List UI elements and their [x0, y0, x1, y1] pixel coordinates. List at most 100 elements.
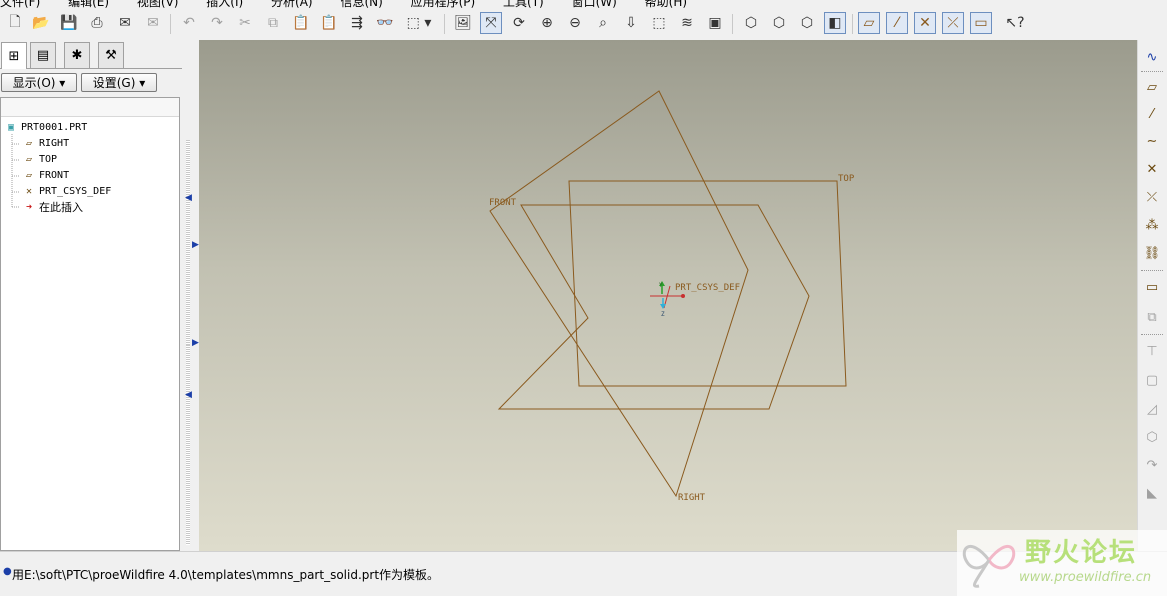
layers-icon[interactable]: ≋	[676, 12, 698, 34]
paste-icon[interactable]: 📋	[290, 12, 312, 34]
annotation-display-icon[interactable]: ▭	[970, 12, 992, 34]
hidden-line-icon[interactable]: ⬡	[768, 12, 790, 34]
connections-tab[interactable]: ⚒	[98, 42, 124, 68]
tree-item-label: FRONT	[39, 170, 70, 181]
datum-axes-icon[interactable]: ⁄	[886, 12, 908, 34]
tree-insert-here[interactable]: ➜ 在此插入	[22, 201, 83, 215]
menu-analysis[interactable]: 分析(A)	[271, 0, 313, 8]
whats-this-icon[interactable]: ↖?	[1004, 12, 1026, 34]
csys-icon[interactable]: ⤫	[942, 12, 964, 34]
copy-icon[interactable]: ⧉	[262, 12, 284, 34]
insert-here-label: 在此插入	[39, 201, 83, 214]
menu-help[interactable]: 帮助(H)	[645, 0, 687, 8]
navigator-panel: ⊞ ▤ ✱ ⚒ 显示(O) ▾ 设置(G) ▾ ▣ PRT0001.PRT ▱ …	[0, 40, 182, 551]
menu-window[interactable]: 窗口(W)	[572, 0, 617, 8]
main-toolbar: 🗋 📂 💾 ⎙ ✉ ✉ ↶ ↷ ✂ ⧉ 📋 📋 ⇶ 👓 ⬚ ▾ 🖼 ⤧ ⟳ ⊕ …	[0, 8, 1167, 41]
shell-icon[interactable]: ↷	[1141, 454, 1163, 476]
label-top: TOP	[838, 174, 855, 184]
datum-point-field-icon[interactable]: ⁂	[1141, 214, 1163, 236]
no-hidden-icon[interactable]: ⬡	[796, 12, 818, 34]
saved-views-icon[interactable]: ⬚	[648, 12, 670, 34]
menu-edit[interactable]: 编辑(E)	[68, 0, 109, 8]
shading-icon[interactable]: ◧	[824, 12, 846, 34]
datum-plane-icon[interactable]: ▱	[1141, 76, 1163, 98]
analysis-feature-icon[interactable]: ▭	[1141, 276, 1163, 298]
new-file-icon[interactable]: 🗋	[4, 12, 26, 34]
label-csys-z: Z	[661, 311, 665, 318]
layer-tab[interactable]: ▤	[30, 42, 56, 68]
datum-display: TOP FRONT RIGHT PRT_CSYS_DEF Y Z	[489, 90, 855, 503]
menu-tools[interactable]: 工具(T)	[503, 0, 544, 8]
datum-axis-icon[interactable]: ⁄	[1141, 103, 1163, 125]
menu-applications[interactable]: 应用程序(P)	[411, 0, 476, 8]
reorient-icon[interactable]: ⇩	[620, 12, 642, 34]
cut-icon[interactable]: ✂	[234, 12, 256, 34]
save-icon[interactable]: 💾	[58, 12, 80, 34]
repaint-icon[interactable]: 🖼	[452, 12, 474, 34]
csys-tool-icon[interactable]: ⛓	[1141, 242, 1163, 264]
regenerate-icon[interactable]: ⇶	[346, 12, 368, 34]
variable-section-icon[interactable]: ▢	[1141, 369, 1163, 391]
part-icon: ▣	[7, 122, 15, 133]
datum-plane-right	[489, 90, 749, 498]
select-box-icon[interactable]: ⬚ ▾	[402, 12, 436, 34]
datum-point-offset-icon[interactable]: ⤫	[1141, 186, 1163, 208]
collapse-arrow-icon-2: ◀	[185, 390, 192, 400]
datum-curve-icon[interactable]: ∼	[1141, 130, 1163, 152]
label-csys-y: Y	[659, 282, 663, 289]
spin-center-icon[interactable]: ⤧	[480, 12, 502, 34]
redo-icon[interactable]: ↷	[206, 12, 228, 34]
sketch-tool-icon[interactable]: ∿	[1141, 46, 1163, 68]
menu-file[interactable]: 文件(F)	[0, 0, 40, 8]
favorites-tab[interactable]: ✱	[64, 42, 90, 68]
expand-arrow-icon: ▶	[192, 240, 199, 250]
refit-icon[interactable]: ⌕	[592, 12, 614, 34]
watermark-title: 野火论坛	[1025, 538, 1138, 568]
graphics-viewport[interactable]: TOP FRONT RIGHT PRT_CSYS_DEF Y Z	[199, 40, 1137, 551]
zoom-out-icon[interactable]: ⊖	[564, 12, 586, 34]
orient-mode-icon[interactable]: ⟳	[508, 12, 530, 34]
model-tree-tab[interactable]: ⊞	[1, 42, 27, 69]
navigator-tabs: ⊞ ▤ ✱ ⚒	[0, 40, 182, 69]
settings-dropdown[interactable]: 设置(G) ▾	[81, 73, 157, 92]
butterfly-logo-icon	[962, 545, 1016, 588]
menu-view[interactable]: 视图(V)	[137, 0, 179, 8]
tree-header	[1, 98, 179, 117]
datum-points-icon[interactable]: ✕	[914, 12, 936, 34]
print-icon[interactable]: ⎙	[86, 12, 108, 34]
menu-info[interactable]: 信息(N)	[340, 0, 382, 8]
datum-point-icon[interactable]: ✕	[1141, 158, 1163, 180]
mail-disabled-icon[interactable]: ✉	[142, 12, 164, 34]
open-folder-icon[interactable]: 📂	[30, 12, 52, 34]
label-right: RIGHT	[678, 493, 706, 503]
hole-icon[interactable]: ⬡	[1141, 426, 1163, 448]
tree-item-label: TOP	[39, 154, 58, 165]
revolve-icon[interactable]: ⊤	[1141, 340, 1163, 362]
label-csys: PRT_CSYS_DEF	[675, 283, 740, 293]
menu-bar: 文件(F) 编辑(E) 视图(V) 插入(I) 分析(A) 信息(N) 应用程序…	[0, 0, 1167, 8]
tree-root-label: PRT0001.PRT	[21, 122, 88, 133]
datum-planes-icon[interactable]: ▱	[858, 12, 880, 34]
splitter-grip	[186, 140, 190, 345]
status-message: 用E:\soft\PTC\proeWildfire 4.0\templates\…	[12, 568, 440, 582]
zoom-in-icon[interactable]: ⊕	[536, 12, 558, 34]
paste-special-icon[interactable]: 📋	[318, 12, 340, 34]
wireframe-icon[interactable]: ⬡	[740, 12, 762, 34]
menu-insert[interactable]: 插入(I)	[206, 0, 243, 8]
tree-root[interactable]: ▣ PRT0001.PRT	[4, 121, 87, 135]
rib-icon[interactable]: ◣	[1141, 482, 1163, 504]
send-mail-icon[interactable]: ✉	[114, 12, 136, 34]
tree-item-label: RIGHT	[39, 138, 70, 149]
find-icon[interactable]: 👓	[374, 12, 396, 34]
tree-item-csys[interactable]: ✕ PRT_CSYS_DEF	[22, 185, 111, 199]
label-front: FRONT	[489, 198, 517, 208]
extrude-icon[interactable]: ⧉	[1141, 306, 1163, 328]
blend-icon[interactable]: ◿	[1141, 398, 1163, 420]
view-manager-icon[interactable]: ▣	[704, 12, 726, 34]
panel-splitter[interactable]: ◀ ▶ ▶ ◀	[182, 40, 199, 551]
show-dropdown[interactable]: 显示(O) ▾	[1, 73, 77, 92]
expand-arrow-icon-2: ▶	[192, 338, 199, 348]
undo-icon[interactable]: ↶	[178, 12, 200, 34]
forum-watermark: 野火论坛 www.proewildfire.cn	[957, 530, 1167, 596]
feature-toolbar: ∿ ▱ ⁄ ∼ ✕ ⤫ ⁂ ⛓ ▭ ⧉ ⊤ ▢ ◿ ⬡ ↷ ◣	[1137, 40, 1167, 551]
